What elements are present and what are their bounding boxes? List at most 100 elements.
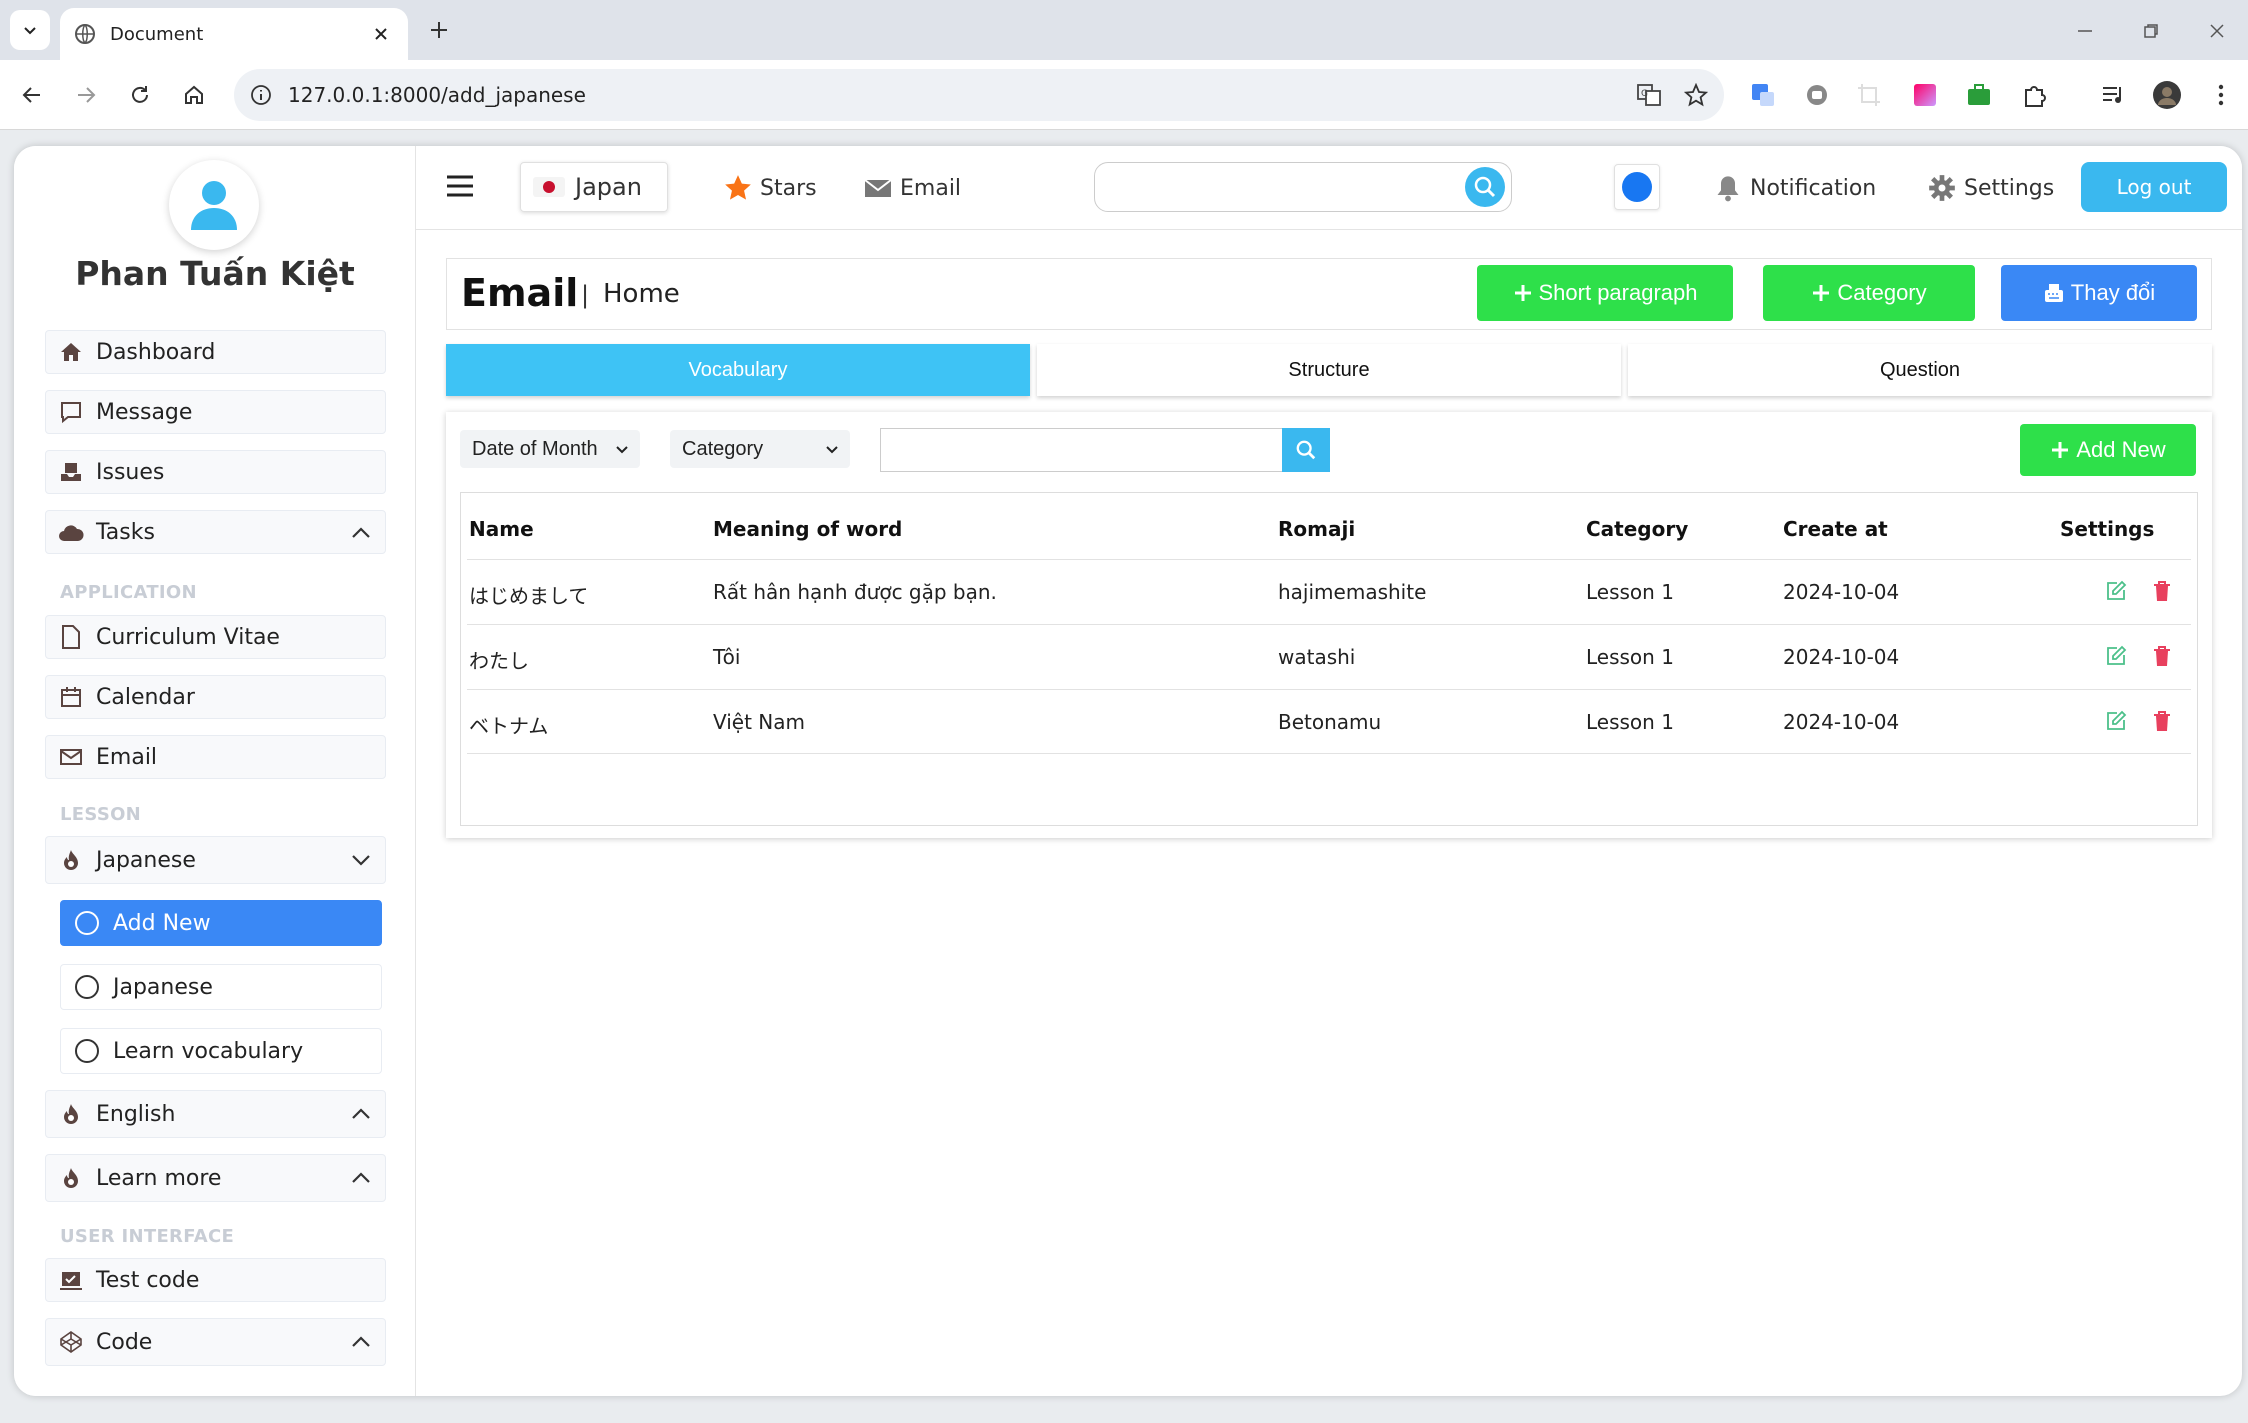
fire-icon xyxy=(58,1165,84,1191)
record-ext-icon[interactable] xyxy=(1802,80,1832,110)
email-link[interactable]: Email xyxy=(864,174,961,202)
header-search-input[interactable] xyxy=(1094,162,1512,212)
sidebar-item-label: Issues xyxy=(96,459,165,485)
table-search-button[interactable] xyxy=(1282,428,1330,472)
chevron-up-icon xyxy=(352,1108,370,1119)
close-window-button[interactable] xyxy=(2200,14,2234,48)
add-category-button[interactable]: Category xyxy=(1763,265,1975,321)
new-tab-button[interactable] xyxy=(424,15,454,45)
settings-link[interactable]: Settings xyxy=(1928,174,2054,202)
globe-icon xyxy=(75,24,95,44)
trash-icon[interactable] xyxy=(2151,580,2173,602)
breadcrumb-home[interactable]: Home xyxy=(603,279,680,309)
edit-icon[interactable] xyxy=(2105,710,2127,732)
keyboard-icon xyxy=(2044,284,2063,302)
notification-link[interactable]: Notification xyxy=(1714,174,1876,202)
header-search-button[interactable] xyxy=(1465,167,1505,207)
browser-tab[interactable]: Document xyxy=(60,8,408,60)
edit-icon[interactable] xyxy=(2105,645,2127,667)
sidebar-item-english[interactable]: English xyxy=(45,1090,386,1138)
star-icon xyxy=(725,175,751,200)
extensions-puzzle-icon[interactable] xyxy=(2020,80,2050,110)
address-bar[interactable]: 127.0.0.1:8000/add_japanese G xyxy=(234,69,1724,121)
sidebar-item-code[interactable]: Code xyxy=(45,1318,386,1366)
trash-icon[interactable] xyxy=(2151,645,2173,667)
sidebar-sub-learn-vocabulary[interactable]: Learn vocabulary xyxy=(60,1028,382,1074)
language-button[interactable]: Japan xyxy=(520,162,668,212)
user-avatar[interactable] xyxy=(169,160,259,250)
home-button[interactable] xyxy=(176,77,212,113)
sidebar-item-dashboard[interactable]: Dashboard xyxy=(45,330,386,374)
sidebar-item-japanese[interactable]: Japanese xyxy=(45,836,386,884)
back-button[interactable] xyxy=(14,77,50,113)
sidebar-item-learn-more[interactable]: Learn more xyxy=(45,1154,386,1202)
minimize-button[interactable] xyxy=(2068,14,2102,48)
cell-name: はじめまして xyxy=(469,584,589,608)
chevron-up-icon xyxy=(352,1336,370,1347)
sidebar-sub-add-new[interactable]: Add New xyxy=(60,900,382,946)
inbox-icon xyxy=(58,459,84,485)
cell-category: Lesson 1 xyxy=(1586,580,1674,604)
stars-link[interactable]: Stars xyxy=(724,174,817,202)
trash-icon[interactable] xyxy=(2151,710,2173,732)
column-header-name: Name xyxy=(469,517,534,541)
arrow-right-icon xyxy=(78,87,96,103)
sidebar-item-issues[interactable]: Issues xyxy=(45,450,386,494)
check-square-icon xyxy=(58,1267,84,1293)
logout-button[interactable]: Log out xyxy=(2081,162,2227,212)
sidebar-item-curriculum-vitae[interactable]: Curriculum Vitae xyxy=(45,615,386,659)
sidebar-item-test-code[interactable]: Test code xyxy=(45,1258,386,1302)
tab-question[interactable]: Question xyxy=(1628,344,2212,396)
restore-button[interactable] xyxy=(2134,14,2168,48)
plus-icon xyxy=(1813,285,1830,301)
sidebar-sub-label: Add New xyxy=(113,910,211,936)
cell-category: Lesson 1 xyxy=(1586,645,1674,669)
table-search-input[interactable] xyxy=(880,428,1330,472)
page-title: Email xyxy=(461,271,579,315)
add-new-button[interactable]: Add New xyxy=(2020,424,2196,476)
user-name: Phan Tuấn Kiệt xyxy=(75,254,355,293)
sidebar-item-tasks[interactable]: Tasks xyxy=(45,510,386,554)
cell-create-at: 2024-10-04 xyxy=(1783,645,1900,669)
crop-ext-icon[interactable] xyxy=(1854,80,1884,110)
circle-icon xyxy=(75,975,99,999)
table-row: わたし Tôi watashi Lesson 1 2024-10-04 xyxy=(467,624,2191,689)
tab-structure[interactable]: Structure xyxy=(1037,344,1621,396)
sidebar-item-calendar[interactable]: Calendar xyxy=(45,675,386,719)
category-select[interactable]: Category xyxy=(670,430,850,468)
forward-button[interactable] xyxy=(68,77,104,113)
change-button[interactable]: Thay đổi xyxy=(2001,265,2197,321)
tab-search-button[interactable] xyxy=(10,10,50,50)
profile-avatar-icon[interactable] xyxy=(2152,80,2182,110)
reload-button[interactable] xyxy=(122,77,158,113)
arrow-left-icon xyxy=(22,87,40,103)
title-separator: | xyxy=(581,281,590,309)
color-ext-icon[interactable] xyxy=(1910,80,1940,110)
restore-icon xyxy=(2144,24,2158,38)
cell-create-at: 2024-10-04 xyxy=(1783,710,1900,734)
hamburger-menu-icon[interactable] xyxy=(446,174,474,198)
button-label: Category xyxy=(1837,280,1927,305)
sidebar-item-label: Message xyxy=(96,399,193,425)
browser-menu-icon[interactable] xyxy=(2206,80,2236,110)
vocabulary-panel: Date of Month Category Add New Name Mean… xyxy=(446,412,2212,838)
toolbox-ext-icon[interactable] xyxy=(1964,80,1994,110)
tab-vocabulary[interactable]: Vocabulary xyxy=(446,344,1030,396)
app-window: Phan Tuấn Kiệt Dashboard Message Issues … xyxy=(14,146,2242,1396)
sidebar-item-label: Code xyxy=(96,1329,153,1355)
settings-label: Settings xyxy=(1964,175,2055,201)
cell-meaning: Rất hân hạnh được gặp bạn. xyxy=(713,580,997,604)
tab-close-icon[interactable] xyxy=(368,21,394,47)
add-short-paragraph-button[interactable]: Short paragraph xyxy=(1477,265,1733,321)
edit-icon[interactable] xyxy=(2105,580,2127,602)
media-control-icon[interactable] xyxy=(2098,80,2128,110)
calendar-icon xyxy=(58,684,84,710)
sidebar-sub-japanese[interactable]: Japanese xyxy=(60,964,382,1010)
date-of-month-select[interactable]: Date of Month xyxy=(460,430,640,468)
google-translate-ext-icon[interactable] xyxy=(1748,80,1778,110)
sidebar-item-message[interactable]: Message xyxy=(45,390,386,434)
button-label: Short paragraph xyxy=(1538,280,1698,305)
sidebar-item-email[interactable]: Email xyxy=(45,735,386,779)
select-value: Date of Month xyxy=(472,437,598,460)
theme-color-button[interactable] xyxy=(1614,164,1660,210)
